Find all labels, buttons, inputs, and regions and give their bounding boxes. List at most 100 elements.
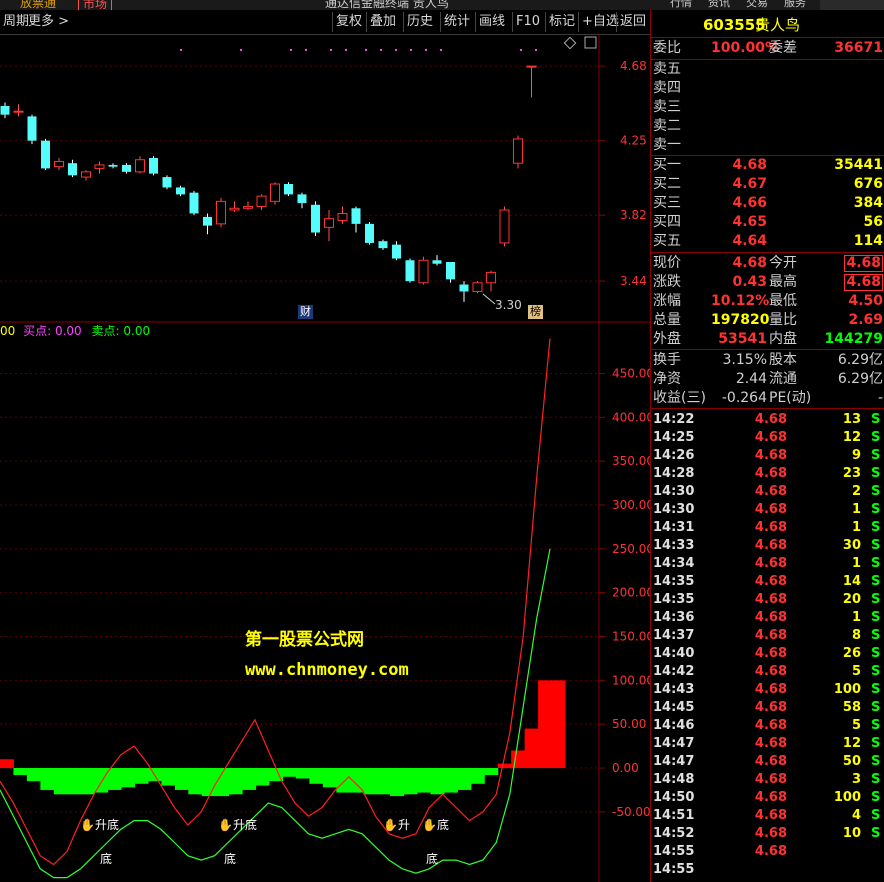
- trade-volume: 8: [851, 628, 861, 643]
- quote-label: 现价: [653, 255, 681, 271]
- trade-volume: 12: [842, 736, 861, 751]
- toolbar-button-history[interactable]: 历史: [403, 12, 436, 32]
- trade-time: 14:55: [653, 862, 695, 877]
- candle-body: [149, 158, 158, 174]
- top-dot: [395, 49, 397, 51]
- toolbar-button-stats[interactable]: 统计: [440, 12, 473, 32]
- more-button[interactable]: 更多 >: [25, 12, 72, 32]
- candle-body: [378, 241, 388, 249]
- tab-trade[interactable]: 交易: [746, 0, 768, 10]
- quote-label: 涨幅: [653, 293, 681, 309]
- candle: [311, 201, 320, 236]
- app-title-strip: 放票通 市场 通达信金融终端 贵人鸟: [0, 0, 650, 10]
- trade-side: S: [871, 466, 881, 481]
- level-volume: 56: [863, 214, 883, 230]
- candle: [418, 256, 429, 285]
- candle: [351, 206, 361, 233]
- tab-quotes[interactable]: 行情: [670, 0, 692, 10]
- level-price: 4.65: [732, 214, 767, 230]
- sell-level-5: 卖五: [651, 60, 884, 79]
- candle: [135, 156, 145, 174]
- toolbar-button-adjust[interactable]: 复权: [332, 12, 365, 32]
- trade-time: 14:47: [653, 754, 695, 769]
- candle-body: [135, 159, 145, 173]
- trade-time: 14:36: [653, 610, 695, 625]
- trade-price: 4.68: [754, 574, 787, 589]
- chart-area[interactable]: 4.68 4.25 3.82 3.44 450.00 400.00 350.00 300.00…: [0, 34, 650, 882]
- quote-value: 4.68: [844, 255, 883, 272]
- stat-row: 收益(三) -0.264 PE(动) -: [651, 389, 884, 408]
- level-label: 买三: [653, 195, 681, 211]
- hand-icon: ✋: [80, 818, 95, 832]
- candle: [54, 158, 64, 171]
- trade-time: 14:48: [653, 772, 695, 787]
- trade-side: S: [871, 592, 881, 607]
- toolbar-button-overlay[interactable]: 叠加: [366, 12, 399, 32]
- trade-row: 14:47 4.68 50 S: [651, 753, 884, 771]
- candle-body: [392, 244, 401, 259]
- app-title-left: 放票通: [20, 0, 57, 10]
- trade-side: S: [871, 484, 881, 499]
- candle: [176, 185, 185, 197]
- trade-row: 14:30 4.68 2 S: [651, 483, 884, 501]
- trade-price: 4.68: [754, 610, 787, 625]
- hand-icon: ✋: [383, 818, 398, 832]
- candle: [149, 156, 158, 176]
- tab-news[interactable]: 资讯: [708, 0, 730, 10]
- level-label: 卖五: [653, 61, 681, 77]
- toolbar-button-mark[interactable]: 标记: [545, 12, 578, 32]
- trade-price: 4.68: [754, 736, 787, 751]
- indicator-bar: [497, 763, 512, 769]
- toolbar-button-draw[interactable]: 画线: [475, 12, 508, 32]
- indicator-bar: [242, 768, 257, 790]
- level-label: 买五: [653, 233, 681, 249]
- indicator-bar: [201, 768, 216, 797]
- indicator-bar: [174, 768, 189, 790]
- trade-time: 14:35: [653, 574, 695, 589]
- trade-row: 14:48 4.68 3 S: [651, 771, 884, 789]
- trade-price: 4.68: [754, 466, 787, 481]
- restore-window-icon[interactable]: [584, 36, 597, 49]
- trade-volume: 13: [842, 412, 861, 427]
- quote-value: 4.50: [848, 293, 883, 309]
- level-volume: 384: [853, 195, 883, 211]
- toolbar-button-back[interactable]: 返回: [616, 12, 649, 32]
- trade-price: 4.68: [754, 412, 787, 427]
- stat-label: 股本: [769, 352, 797, 368]
- indicator-bar: [484, 768, 499, 776]
- trade-side: S: [871, 718, 881, 733]
- candle: [108, 163, 118, 169]
- trade-time: 14:40: [653, 646, 695, 661]
- candle-body: [432, 260, 442, 264]
- trade-time: 14:30: [653, 502, 695, 517]
- trade-price: 4.68: [754, 556, 787, 571]
- ranking-badge[interactable]: 榜: [528, 305, 543, 319]
- tab-service[interactable]: 服务: [784, 0, 806, 10]
- trade-price: 4.68: [754, 646, 787, 661]
- trade-row: 14:42 4.68 5 S: [651, 663, 884, 681]
- level-volume: 35441: [834, 157, 883, 173]
- market-tab[interactable]: 市场: [78, 0, 113, 10]
- candle-body: [499, 209, 510, 244]
- indicator-bar: [161, 768, 176, 786]
- trade-row: 14:55 4.68: [651, 843, 884, 861]
- level-label: 卖三: [653, 99, 681, 115]
- level-label: 买一: [653, 157, 681, 173]
- indicator-bar: [457, 768, 472, 790]
- diamond-icon[interactable]: [563, 36, 577, 50]
- toolbar-button-f10[interactable]: F10: [512, 12, 543, 32]
- finance-badge[interactable]: 财: [298, 305, 313, 319]
- indicator-tick-label: 150.00: [612, 629, 650, 643]
- trade-side: S: [871, 430, 881, 445]
- candle-body: [27, 116, 37, 141]
- price-axis: 4.68 4.25 3.82 3.44 450.00 400.00 350.00 300.00…: [599, 59, 650, 819]
- top-dot: [365, 49, 367, 51]
- candle: [0, 102, 10, 119]
- level-label: 买二: [653, 176, 681, 192]
- trade-side: S: [871, 628, 881, 643]
- trade-side: S: [871, 808, 881, 823]
- window-title: 通达信金融终端 贵人鸟: [325, 0, 449, 10]
- trade-time: 14:50: [653, 790, 695, 805]
- window-controls[interactable]: [820, 0, 884, 10]
- candle: [324, 210, 334, 242]
